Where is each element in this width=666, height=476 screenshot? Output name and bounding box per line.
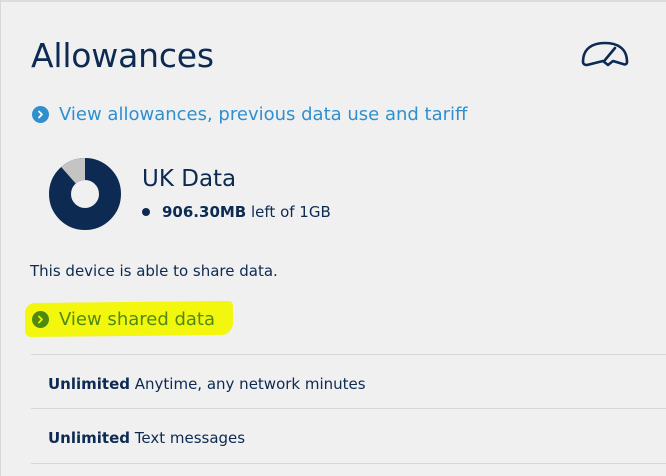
page-title: Allowances — [31, 36, 214, 75]
divider — [31, 354, 666, 355]
allowance-row-text: Text messages — [130, 429, 246, 447]
top-divider — [1, 0, 666, 2]
view-shared-data-label: View shared data — [59, 309, 216, 330]
legend-bullet — [142, 208, 150, 216]
data-remaining-detail: 906.30MB left of 1GB — [142, 203, 331, 221]
allowances-card: Allowances View allowances, previous dat… — [0, 0, 666, 476]
chevron-right-icon — [32, 106, 49, 123]
allowance-row-strong: Unlimited — [48, 429, 130, 447]
allowance-row-texts: Unlimited Text messages — [48, 429, 245, 447]
data-allowance-title: UK Data — [142, 166, 237, 192]
view-allowances-link[interactable]: View allowances, previous data use and t… — [32, 104, 467, 125]
view-allowances-label: View allowances, previous data use and t… — [59, 104, 468, 125]
chevron-right-icon — [32, 311, 49, 328]
data-remaining-suffix: left of 1GB — [246, 203, 331, 221]
share-note: This device is able to share data. — [30, 262, 278, 280]
divider — [31, 408, 666, 409]
allowance-row-minutes: Unlimited Anytime, any network minutes — [48, 375, 366, 393]
data-usage-donut — [49, 158, 121, 230]
speedometer-icon — [581, 41, 629, 67]
view-shared-data-link[interactable]: View shared data — [32, 309, 215, 330]
allowance-row-strong: Unlimited — [48, 375, 130, 393]
data-remaining-amount: 906.30MB — [162, 203, 247, 221]
divider — [31, 463, 666, 464]
allowance-row-text: Anytime, any network minutes — [130, 375, 366, 393]
